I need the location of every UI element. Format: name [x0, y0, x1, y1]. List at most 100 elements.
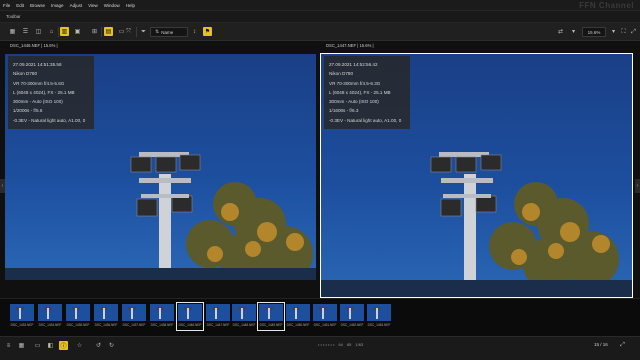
thumb-label: DSC_1453.NEF	[367, 323, 391, 327]
thumb-image	[206, 304, 230, 321]
right-panel-arrow-icon[interactable]: ›	[635, 179, 640, 193]
info-exposure: 1/2000s - f/5.6	[13, 108, 43, 114]
menu-window[interactable]: Window	[104, 3, 120, 8]
info-icon[interactable]: ⓘ	[59, 341, 68, 350]
menu-icon[interactable]: ≡	[4, 341, 13, 350]
zoom-menu-icon[interactable]: ▾	[609, 27, 618, 36]
thumb-image	[150, 304, 174, 321]
menu-view[interactable]: View	[88, 3, 98, 8]
film-thumb[interactable]: DSC_1451.NEF	[313, 304, 337, 329]
compare-icon[interactable]: ▥	[60, 27, 69, 36]
panel-icon[interactable]: ▣	[73, 27, 82, 36]
film-thumb[interactable]: DSC_1436.NEF	[94, 304, 118, 329]
menu-image[interactable]: Image	[51, 3, 64, 8]
film-thumb[interactable]: DSC_1447.NEF	[206, 304, 230, 329]
label-icon[interactable]: ◧	[46, 341, 55, 350]
filter-icon[interactable]: ⏷	[139, 27, 148, 36]
star-icon[interactable]: ☆	[75, 341, 84, 350]
layout-icon[interactable]: ▦	[17, 341, 26, 350]
film-thumb[interactable]: DSC_1453.NEF	[367, 304, 391, 329]
sync-view-icon[interactable]: ▤	[104, 27, 113, 36]
film-thumb[interactable]: DSC_1435.NEF	[66, 304, 90, 329]
sort-value: Name	[161, 29, 174, 35]
film-thumb[interactable]: DSC_1452.NEF	[340, 304, 364, 329]
info-lens: VR 70-300mm f/4.5-6.3G	[329, 80, 381, 86]
toolbar-divider	[101, 27, 102, 37]
thumb-image	[122, 304, 146, 321]
thumb-image	[66, 304, 90, 321]
thumb-label: DSC_1438.NEF	[150, 323, 174, 327]
toolbar-divider	[136, 27, 137, 37]
left-photo[interactable]: 27.09.2021 14:51:35.58 Nikon D780 VR 70-…	[5, 54, 316, 280]
thumb-label: DSC_1449.NEF	[259, 323, 283, 327]
right-image-pane[interactable]: DSC_1447.NEF | 15.6% | 27.09.2021 14:52:…	[320, 41, 633, 298]
menu-bar: File Edit Browse Image Adjust View Windo…	[0, 0, 640, 10]
panel-title: Toolbar	[6, 14, 21, 19]
thumb-label: DSC_1450.NEF	[286, 323, 310, 327]
fullscreen-icon[interactable]: ⛶	[619, 27, 628, 36]
zoom-field[interactable]: 15.6%	[582, 27, 606, 37]
pager-dots[interactable]: • • • • • • •	[318, 342, 334, 347]
film-thumb[interactable]: DSC_1434.NEF	[38, 304, 62, 329]
sort-order-icon[interactable]: ↕	[190, 27, 199, 36]
pager: • • • • • • • 64 65 1/63	[318, 342, 367, 347]
thumb-image	[313, 304, 337, 321]
flag-icon[interactable]: ⚑	[203, 27, 212, 36]
status-bar: ≡ ▦ ▭ ◧ ⓘ ☆ ↺ ↻ • • • • • • • 64 65 1/63…	[0, 336, 640, 360]
image-counter: 15 / 16	[594, 342, 608, 347]
preview-icon[interactable]: ◫	[34, 27, 43, 36]
film-thumb[interactable]: DSC_1433.NEF	[10, 304, 34, 329]
info-wb: -0.3EV - Natural light auto, A1.00, 0	[329, 117, 402, 123]
list-icon[interactable]: ☰	[21, 27, 30, 36]
info-exposure: 1/1600s - f/6.3	[329, 108, 359, 114]
right-photo[interactable]: 27.09.2021 14:52:56.42 Nikon D780 VR 70-…	[320, 53, 633, 298]
rotate-icon[interactable]: ⤧	[124, 27, 133, 36]
film-thumb[interactable]: DSC_1450.NEF	[286, 304, 310, 329]
menu-adjust[interactable]: Adjust	[70, 3, 83, 8]
channel-watermark: FFN Channel	[579, 1, 634, 10]
pager-pos: 1/63	[355, 342, 364, 347]
menu-file[interactable]: File	[3, 3, 10, 8]
film-thumb-selected[interactable]: DSC_1446.NEF	[176, 302, 204, 331]
info-focal: 300mm - Auto (ISO 100)	[329, 99, 379, 105]
options-icon[interactable]: ▾	[569, 27, 578, 36]
thumb-image	[10, 304, 34, 321]
menu-browse[interactable]: Browse	[30, 3, 45, 8]
thumb-label: DSC_1448.NEF	[232, 323, 256, 327]
swap-icon[interactable]: ⇄	[556, 27, 565, 36]
thumb-image	[286, 304, 310, 321]
expand-icon[interactable]: ⤢	[618, 341, 627, 350]
info-datetime: 27.09.2021 14:51:35.58	[13, 62, 62, 67]
info-camera: Nikon D780	[329, 71, 354, 77]
thumb-label: DSC_1435.NEF	[66, 323, 90, 327]
film-thumb-selected[interactable]: DSC_1449.NEF	[257, 302, 285, 331]
compare-viewer: ‹ › DSC_1446.NEF | 15.6% | 27.09.2021 14…	[0, 41, 640, 298]
thumb-image	[340, 304, 364, 321]
thumb-label: DSC_1451.NEF	[313, 323, 337, 327]
sort-select[interactable]: ⇅ Name	[150, 27, 188, 37]
grid-icon[interactable]: ▦	[8, 27, 17, 36]
menu-help[interactable]: Help	[126, 3, 135, 8]
info-lens: VR 70-300mm f/4.5-5.6G	[13, 80, 65, 86]
pager-next[interactable]: 65	[347, 342, 351, 347]
left-image-pane[interactable]: DSC_1446.NEF | 15.6% | 27.09.2021 14:51:…	[5, 41, 316, 298]
film-thumb[interactable]: DSC_1437.NEF	[122, 304, 146, 329]
film-thumb[interactable]: DSC_1438.NEF	[150, 304, 174, 329]
map-icon[interactable]: ⌂	[47, 27, 56, 36]
menu-edit[interactable]: Edit	[16, 3, 24, 8]
rotate-right-icon[interactable]: ↻	[107, 341, 116, 350]
main-toolbar: ▦ ☰ ◫ ⌂ ▥ ▣ ⊞ ▤ ▭ ⤧ ⏷ ⇅ Name ↕ ⚑ ⇄ ▾ 15.…	[0, 23, 640, 41]
toolbar-panel-header: Toolbar	[0, 10, 640, 23]
film-thumb[interactable]: DSC_1448.NEF	[232, 304, 256, 329]
thumb-image	[38, 304, 62, 321]
thumb-image	[367, 304, 391, 321]
left-filename: DSC_1446.NEF | 15.6% |	[10, 43, 58, 48]
fit-icon[interactable]: ⊞	[90, 27, 99, 36]
rotate-left-icon[interactable]: ↺	[94, 341, 103, 350]
toolbar-divider	[58, 27, 59, 37]
thumb-image	[94, 304, 118, 321]
info-size: L (6048 x 4024), FX - 25.1 MB	[329, 89, 391, 95]
pager-prev[interactable]: 64	[338, 342, 342, 347]
expand-icon[interactable]: ⤢	[629, 27, 638, 36]
rating-icon[interactable]: ▭	[33, 341, 42, 350]
